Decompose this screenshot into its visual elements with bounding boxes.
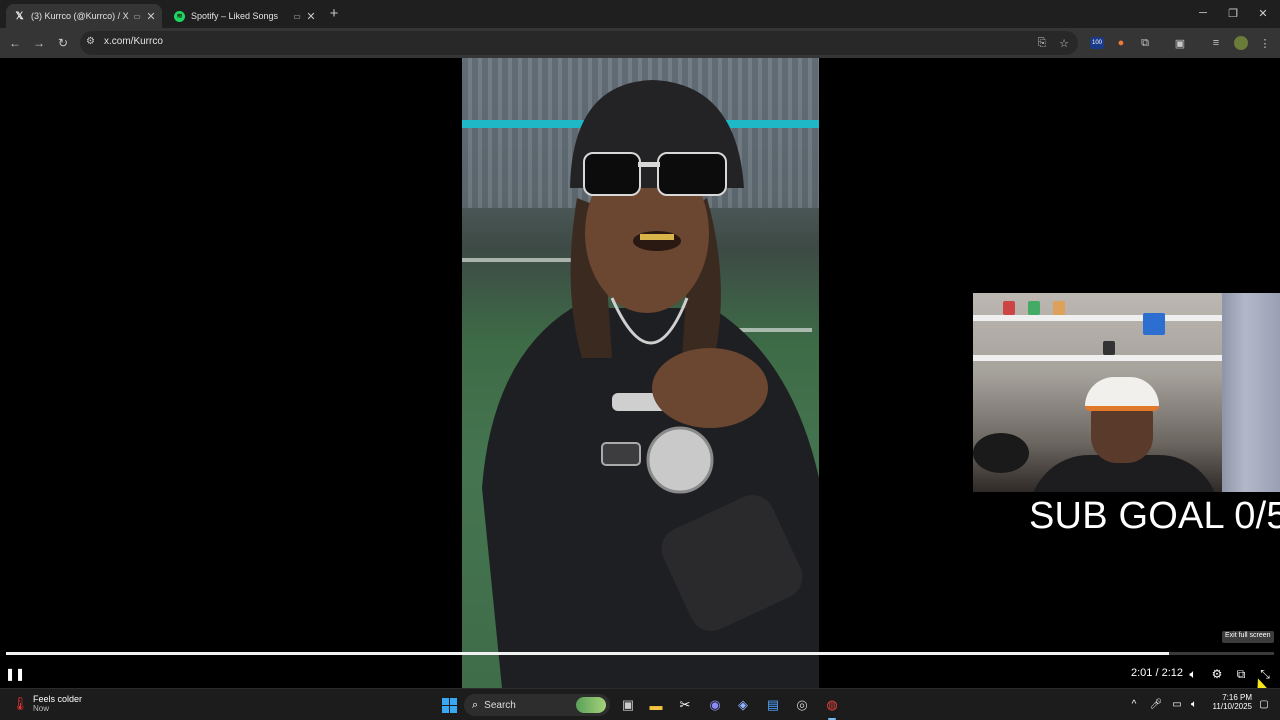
profile-avatar[interactable] <box>1234 36 1248 50</box>
new-tab-button[interactable]: + <box>326 5 342 22</box>
task-view-icon[interactable]: ▣ <box>618 695 638 715</box>
tab-title: (3) Kurrco (@Kurrco) / X <box>31 11 129 21</box>
tab-close-icon[interactable]: ✕ <box>304 9 318 23</box>
poster <box>1143 313 1165 335</box>
video-frame[interactable] <box>462 58 819 688</box>
curtain <box>1222 293 1280 492</box>
taskbar-search[interactable]: ⌕ Search <box>464 694 610 716</box>
file-explorer-icon[interactable]: ▬ <box>646 695 666 715</box>
back-button[interactable]: ← <box>6 34 24 52</box>
figurine <box>1053 301 1065 315</box>
store-icon[interactable]: ▤ <box>763 695 783 715</box>
video-player[interactable]: SUB GOAL 0/5 <box>0 58 1280 688</box>
windows-taskbar: 🌡︎ Feels colder Now ⌕ Search ▣ ▬ ✂ ◉ ◈ ▤… <box>0 688 1280 720</box>
microphone-icon[interactable]: 🎤︎ <box>1148 696 1164 712</box>
steam-icon[interactable]: ◎ <box>792 695 812 715</box>
network-icon[interactable]: ▭ <box>1169 696 1185 712</box>
search-label: Search <box>484 699 516 711</box>
tab-media-icon[interactable]: ▭ <box>290 11 304 21</box>
settings-gear-icon[interactable]: ⚙ <box>1209 666 1225 682</box>
extension-icon[interactable]: ● <box>1112 34 1130 52</box>
capcut-icon[interactable]: ✂ <box>675 695 695 715</box>
tab-media-icon[interactable]: ▭ <box>130 11 144 21</box>
address-bar[interactable]: ⚙ x.com/Kurrco ⎘ ☆ <box>80 31 1078 55</box>
extension-badge-icon[interactable]: 100 <box>1090 37 1104 49</box>
site-info-icon[interactable]: ⚙ <box>86 36 95 47</box>
app-icon[interactable]: ◈ <box>733 695 753 715</box>
url-text: x.com/Kurrco <box>104 36 163 47</box>
streamer-cap <box>1085 377 1159 411</box>
extensions-puzzle-icon[interactable]: ⧉ <box>1136 34 1154 52</box>
figurine <box>1003 301 1015 315</box>
restore-button[interactable]: ❐ <box>1218 4 1248 22</box>
search-icon: ⌕ <box>472 698 479 711</box>
search-highlight-art <box>576 697 606 713</box>
time-display: 2:01 / 2:12 <box>1131 667 1183 679</box>
media-controls-icon[interactable]: ≡ <box>1207 34 1225 52</box>
webcam-overlay <box>973 293 1280 492</box>
weather-subtitle: Now <box>33 704 50 713</box>
forward-button[interactable]: → <box>30 34 48 52</box>
browser-toolbar: ← → ↻ ⚙ x.com/Kurrco ⎘ ☆ 100 ● ⧉ ▣ ≡ ⋮ <box>0 28 1280 58</box>
exit-fullscreen-tooltip: Exit full screen <box>1222 631 1274 643</box>
spotify-icon: ≋ <box>174 10 185 22</box>
figurine <box>1103 341 1115 355</box>
bookmark-star-icon[interactable]: ☆ <box>1056 35 1072 51</box>
tab-kurrco[interactable]: 𝕏 (3) Kurrco (@Kurrco) / X ▭ ✕ <box>6 4 162 28</box>
tab-search-icon[interactable]: ▣ <box>1171 34 1189 52</box>
batman-logo <box>973 433 1029 473</box>
shelf <box>973 355 1223 361</box>
progress-fill <box>6 652 1169 655</box>
speaker-icon[interactable]: 🔈︎ <box>1186 696 1202 712</box>
notification-icon[interactable]: ▢ <box>1256 696 1272 712</box>
start-button[interactable] <box>439 695 459 715</box>
tray-overflow-icon[interactable]: ^ <box>1126 696 1142 712</box>
reload-button[interactable]: ↻ <box>54 34 72 52</box>
clock-date: 11/10/2025 <box>1212 702 1252 711</box>
x-logo-icon: 𝕏 <box>15 10 24 22</box>
discord-icon[interactable]: ◉ <box>705 695 725 715</box>
figurine <box>1028 301 1040 315</box>
tab-title: Spotify – Liked Songs <box>191 11 279 21</box>
close-window-button[interactable]: ✕ <box>1248 4 1278 22</box>
clock-time: 7:16 PM <box>1222 693 1252 702</box>
system-clock[interactable]: 7:16 PM 11/10/2025 <box>1206 693 1252 711</box>
volume-icon[interactable]: 🔈︎ <box>1185 666 1201 682</box>
progress-bar[interactable] <box>6 652 1274 655</box>
windows-logo-icon <box>441 697 457 713</box>
install-app-icon[interactable]: ⎘ <box>1034 35 1050 51</box>
person-image <box>482 80 819 688</box>
tab-close-icon[interactable]: ✕ <box>144 9 158 23</box>
minimize-button[interactable]: ─ <box>1188 4 1218 22</box>
weather-title: Feels colder <box>33 694 83 704</box>
picture-in-picture-icon[interactable]: ⧉ <box>1233 666 1249 682</box>
sub-goal-text: SUB GOAL 0/5 <box>1029 495 1280 537</box>
weather-icon: 🌡︎ <box>11 695 29 711</box>
chrome-icon[interactable]: ◍ <box>822 695 842 715</box>
pause-button[interactable]: ❚❚ <box>5 666 25 682</box>
weather-widget[interactable]: 🌡︎ Feels colder Now <box>12 694 82 713</box>
browser-menu-icon[interactable]: ⋮ <box>1256 34 1274 52</box>
shelf <box>973 315 1223 321</box>
tab-spotify[interactable]: ≋ Spotify – Liked Songs ▭ ✕ <box>166 4 322 28</box>
tab-strip: 𝕏 (3) Kurrco (@Kurrco) / X ▭ ✕ ≋ Spotify… <box>0 0 1280 28</box>
